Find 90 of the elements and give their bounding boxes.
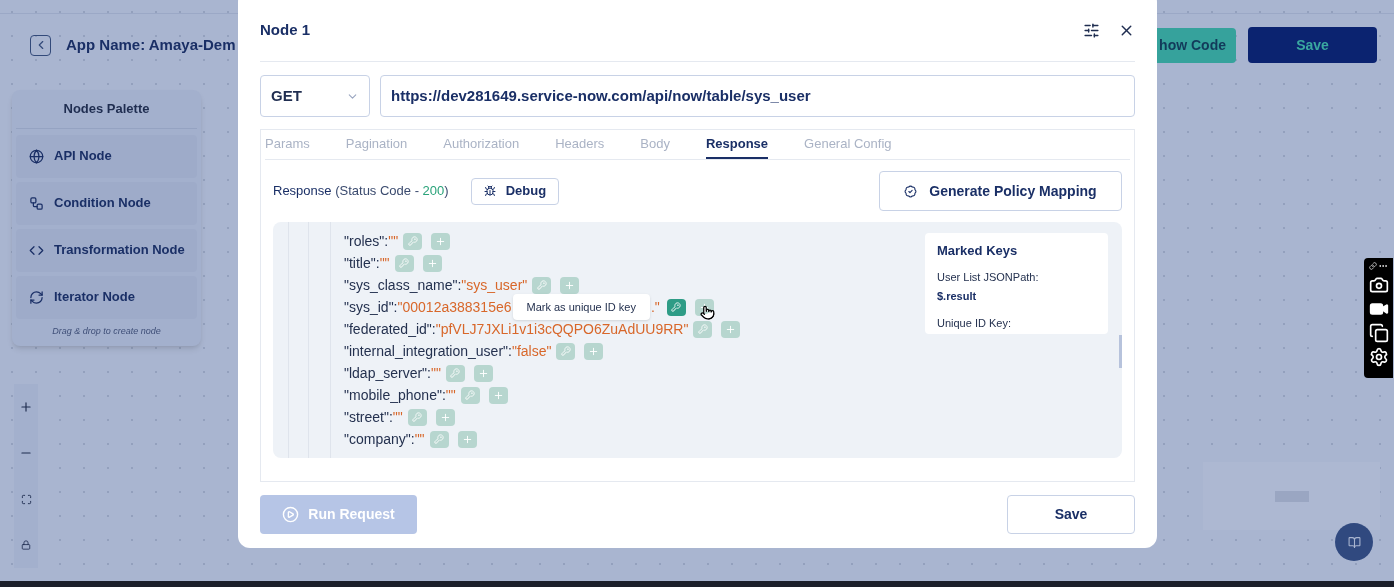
json-value: "": [431, 363, 441, 383]
plus-icon: [461, 433, 473, 445]
json-key: "roles":: [344, 230, 389, 252]
json-key: "title":: [344, 252, 380, 274]
json-key: "federated_id":: [344, 318, 436, 340]
plus-icon: [477, 367, 489, 379]
globe-icon: [29, 148, 44, 164]
debug-button[interactable]: Debug: [470, 177, 560, 205]
tooltip: Mark as unique ID key: [512, 293, 650, 321]
tab[interactable]: Response: [705, 130, 769, 159]
mark-key-button[interactable]: [556, 342, 576, 360]
json-key: "internal_integration_user":: [344, 340, 512, 362]
cursor-icon: [700, 305, 716, 320]
palette-hint: Drag & drop to create node: [51, 324, 162, 338]
play-icon: [282, 506, 300, 523]
modal-title: Node 1: [260, 20, 310, 41]
json-key: "company":: [344, 428, 415, 450]
key-icon: [465, 390, 476, 400]
copy-icon[interactable]: [1368, 323, 1389, 343]
plus-icon: [426, 257, 438, 269]
json-value: "false": [511, 341, 552, 361]
mark-key-button[interactable]: [394, 254, 414, 272]
json-value: "": [379, 253, 390, 273]
mark-key-button[interactable]: [445, 364, 465, 382]
json-key: "mobile_phone":: [344, 384, 446, 406]
bug-icon: [483, 185, 496, 197]
mark-key-button[interactable]: [407, 408, 427, 426]
palette-item[interactable]: Condition Node: [16, 181, 197, 225]
badge-icon: [904, 184, 918, 198]
key-icon: [671, 302, 682, 312]
palette-title: Nodes Palette: [16, 90, 197, 129]
generate-policy-button[interactable]: Generate Policy Mapping: [879, 171, 1122, 211]
palette-item[interactable]: Transformation Node: [16, 228, 197, 272]
scrollbar: [1119, 335, 1122, 368]
json-key: "ldap_server":: [344, 362, 431, 384]
fit-view-icon: [20, 493, 32, 505]
key-icon: [434, 434, 445, 444]
refresh-icon: [29, 289, 44, 305]
plus-icon: [435, 235, 447, 247]
key-icon: [399, 258, 410, 268]
book-icon: [1347, 535, 1361, 549]
camera-icon[interactable]: [1368, 275, 1389, 295]
plus-icon: [588, 345, 600, 357]
key-icon: [450, 368, 461, 378]
back-button[interactable]: [30, 34, 51, 56]
key-icon: [560, 346, 571, 356]
key-icon: [697, 324, 708, 334]
path-label: User List JSONPath:: [937, 269, 1040, 285]
plus-icon: [725, 323, 737, 335]
mark-key-button[interactable]: [403, 232, 423, 250]
mark-key-button[interactable]: [429, 430, 449, 448]
json-value: "pfVLJ7JXLi1v1i3cQQPO6ZuAdUU9RR": [435, 319, 689, 339]
json-value: "": [445, 385, 456, 405]
key-icon: [412, 412, 423, 422]
plus-icon: [19, 400, 33, 414]
method-select[interactable]: GET: [260, 75, 370, 117]
key-icon: [536, 280, 547, 290]
flow-icon: [29, 195, 44, 211]
key-icon: [407, 236, 418, 246]
json-value-tail: .": [650, 297, 660, 317]
settings-icon[interactable]: [1368, 347, 1389, 367]
lock-icon: [21, 540, 31, 550]
json-value: "00012a388315e6: [397, 297, 512, 317]
plus-icon: [564, 279, 576, 291]
palette-item[interactable]: API Node: [16, 134, 197, 178]
modal-save-button[interactable]: Save: [1007, 495, 1135, 534]
plus-icon: [439, 411, 451, 423]
json-key: "sys_id":: [344, 296, 398, 318]
link-icon[interactable]: [1369, 262, 1377, 270]
save-button[interactable]: Save: [1248, 27, 1377, 63]
url-field[interactable]: https://dev281649.service-now.com/api/now/table/sys_user: [380, 75, 1135, 117]
json-value: "": [414, 429, 425, 449]
mark-key-button[interactable]: [532, 276, 552, 294]
json-value: "sys_user": [461, 275, 528, 295]
json-key: "sys_class_name":: [344, 274, 462, 296]
unique-key-label: Unique ID Key:: [937, 315, 1012, 331]
help-button[interactable]: [1335, 523, 1373, 561]
sliders-icon: [1083, 22, 1100, 39]
palette-item[interactable]: Iterator Node: [16, 275, 197, 319]
response-status: Response (Status Code - 200): [273, 182, 449, 201]
path-value: $.result: [937, 289, 978, 304]
settings-button[interactable]: [1083, 22, 1100, 39]
mark-key-button[interactable]: [666, 298, 686, 316]
app-title: App Name: Amaya-Dem: [66, 34, 236, 55]
json-key: "street":: [344, 406, 393, 428]
json-value: "": [388, 231, 399, 251]
mark-key-button[interactable]: [460, 386, 480, 404]
json-value: "": [392, 407, 403, 427]
marked-keys-title: Marked Keys: [937, 242, 1019, 260]
plus-icon: [492, 389, 504, 401]
